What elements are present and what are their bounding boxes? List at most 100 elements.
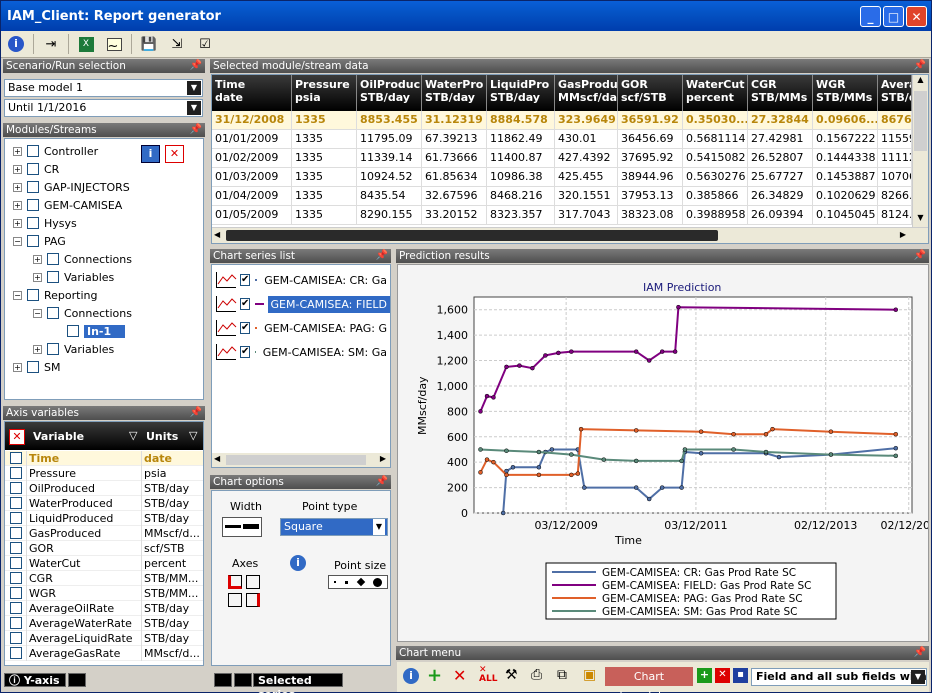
table-cell[interactable]: 26.34829 [748,187,813,206]
expand-icon[interactable]: + [13,146,22,156]
table-cell[interactable]: 10924.52 [357,168,422,187]
table-cell[interactable]: 11862.49 [487,130,555,149]
print-icon[interactable]: ⎙ [531,667,542,683]
row-checkbox[interactable] [10,542,22,554]
tree-item[interactable]: + CR [13,160,59,178]
expand-icon[interactable]: + [13,164,22,174]
table-row[interactable]: AverageLiquidRate STB/day [5,631,203,646]
column-header[interactable]: LiquidPro STB/day [487,75,555,111]
table-cell[interactable]: 1335 [292,130,357,149]
table-cell[interactable]: 11400.87 [487,149,555,168]
table-row[interactable]: Pressure psia [5,466,203,481]
tree-item[interactable]: + SM [13,358,60,376]
table-cell[interactable]: 8853.455 [357,111,422,130]
table-cell[interactable]: 8266.8 [878,187,912,206]
column-header[interactable]: WGR STB/MMs [813,75,878,111]
series-checkbox[interactable]: ✔ [240,322,251,334]
tree-checkbox[interactable] [27,163,39,175]
table-cell[interactable]: 0.1453887 [813,168,878,187]
expand-icon[interactable]: + [33,344,42,354]
until-select[interactable]: Until 1/1/2016 ▼ [4,99,203,117]
tree-checkbox[interactable] [67,325,79,337]
tree-checkbox[interactable] [47,343,59,355]
table-cell[interactable]: 0.5415082 [683,149,748,168]
table-cell[interactable]: 31.12319 [422,111,487,130]
table-cell[interactable]: 8323.357 [487,206,555,225]
table-row[interactable]: AverageOilRate STB/day [5,601,203,616]
table-cell[interactable]: 26.09394 [748,206,813,225]
expand-icon[interactable]: + [13,182,22,192]
expand-icon[interactable]: − [13,290,22,300]
table-cell[interactable]: 320.1551 [555,187,618,206]
table-cell[interactable]: 36591.92 [618,111,683,130]
tree-item[interactable]: + Variables [33,340,114,358]
tree-item[interactable]: − Reporting [13,286,97,304]
tree-item[interactable]: + Connections [33,250,132,268]
row-checkbox[interactable] [10,527,22,539]
field-select[interactable]: Field and all sub fields with ▼ [751,668,927,686]
row-checkbox[interactable] [10,512,22,524]
table-cell[interactable]: 8435.54 [357,187,422,206]
model-select[interactable]: Base model 1 ▼ [4,79,203,97]
table-cell[interactable]: 01/01/2009 [212,130,292,149]
expand-icon[interactable]: + [33,272,42,282]
tree-checkbox[interactable] [27,145,39,157]
table-cell[interactable]: 0.5681114 [683,130,748,149]
save-template-icon[interactable]: ▪ [733,668,748,683]
table-cell[interactable]: 11559 [878,130,912,149]
column-header[interactable]: GOR scf/STB [618,75,683,111]
axes-selector[interactable] [226,573,262,609]
table-cell[interactable]: 38944.96 [618,168,683,187]
info-icon[interactable]: i [290,555,306,571]
variable-column-header[interactable]: Variable [33,430,84,443]
column-header[interactable]: OilProduc STB/day [357,75,422,111]
maximize-button[interactable]: □ [883,6,904,27]
row-checkbox[interactable] [10,557,22,569]
tree-item[interactable]: − Connections [33,304,132,322]
tree-checkbox[interactable] [27,217,39,229]
info-icon[interactable]: i [5,33,27,55]
expand-icon[interactable]: + [13,218,22,228]
table-cell[interactable]: 0.5630276 [683,168,748,187]
series-checkbox[interactable]: ✔ [240,346,251,358]
table-cell[interactable]: 37953.13 [618,187,683,206]
series-item[interactable]: ✔ GEM-CAMISEA: FIELD [212,293,390,315]
table-cell[interactable]: 01/05/2009 [212,206,292,225]
tree-checkbox[interactable] [27,199,39,211]
series-item[interactable]: ✔ GEM-CAMISEA: SM: Ga [212,341,390,363]
info-icon[interactable]: i [141,145,160,163]
table-cell[interactable]: 33.20152 [422,206,487,225]
import-icon[interactable]: ⇲ [166,33,188,55]
table-cell[interactable]: 31/12/2008 [212,111,292,130]
table-row[interactable]: Time date [5,451,203,466]
row-checkbox[interactable] [10,632,22,644]
options-tab[interactable] [214,673,232,687]
table-cell[interactable]: 01/02/2009 [212,149,292,168]
table-cell[interactable]: 01/04/2009 [212,187,292,206]
tree-checkbox[interactable] [47,271,59,283]
tree-checkbox[interactable] [47,307,59,319]
series-item[interactable]: ✔ GEM-CAMISEA: PAG: G [212,317,390,339]
table-cell[interactable]: 26.52807 [748,149,813,168]
table-cell[interactable]: 11795.09 [357,130,422,149]
row-checkbox[interactable] [10,647,22,659]
table-cell[interactable]: 425.455 [555,168,618,187]
table-cell[interactable]: 11112 [878,149,912,168]
add-icon[interactable]: + [427,665,442,686]
save-icon[interactable]: ▣ [583,667,596,683]
table-row[interactable]: AverageWaterRate STB/day [5,616,203,631]
tree-checkbox[interactable] [27,181,39,193]
row-checkbox[interactable] [10,587,22,599]
table-cell[interactable]: 67.39213 [422,130,487,149]
table-cell[interactable]: 0.1045045 [813,206,878,225]
table-row[interactable]: OilProduced STB/day [5,481,203,496]
tree-checkbox[interactable] [27,289,39,301]
table-cell[interactable]: 36456.69 [618,130,683,149]
delete-all-icon[interactable]: ✕ ALL [479,666,497,684]
vertical-scrollbar[interactable]: ▲ ▼ [912,75,928,227]
series-item[interactable]: ✔ GEM-CAMISEA: CR: Ga [212,269,390,291]
selected-series-tab[interactable]: Selected series [253,673,343,693]
expand-icon[interactable]: + [13,362,22,372]
table-cell[interactable]: 323.9649 [555,111,618,130]
table-cell[interactable]: 317.7043 [555,206,618,225]
